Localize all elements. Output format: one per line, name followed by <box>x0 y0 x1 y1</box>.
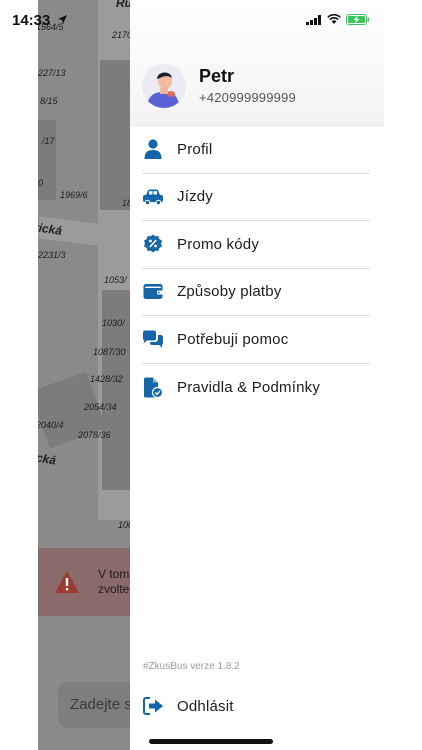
promo-badge-icon <box>142 233 164 255</box>
menu-item-promo-kody[interactable]: Promo kódy <box>142 221 370 269</box>
parcel-number: 1969/6 <box>60 190 88 200</box>
chat-bubbles-icon <box>142 328 164 350</box>
parcel-number: 8/15 <box>40 96 58 106</box>
map-background[interactable]: Ruské rická cká 1564/5 2170 227/13 8/15 … <box>38 0 130 750</box>
logout-label: Odhlásit <box>177 697 234 715</box>
street-label: cká <box>38 450 58 468</box>
street-label: rická <box>38 220 63 238</box>
menu-label: Promo kódy <box>177 235 260 253</box>
parcel-number: 2054/34 <box>84 402 117 412</box>
drawer-header: Petr +420999999999 <box>130 0 384 126</box>
user-phone: +420999999999 <box>199 90 296 105</box>
menu-item-zpusoby-platby[interactable]: Způsoby platby <box>142 269 370 316</box>
clock: 14:33 <box>12 12 51 29</box>
street-label: Ruské <box>116 0 130 10</box>
search-placeholder: Zadejte s <box>70 696 130 713</box>
logout-icon <box>142 695 164 717</box>
warning-icon <box>55 571 79 593</box>
wifi-icon <box>327 14 341 24</box>
status-time: 14:33 <box>12 12 68 29</box>
parcel-number: 1428/32 <box>90 374 123 384</box>
parcel-number: 2231/3 <box>38 250 66 260</box>
left-margin <box>0 0 38 750</box>
cellular-signal-icon <box>306 14 321 25</box>
alert-line: zvolte <box>98 582 130 596</box>
menu-item-potrebuji-pomoc[interactable]: Potřebuji pomoc <box>142 316 370 364</box>
parcel-number: 18 <box>122 198 130 208</box>
parcel-number: 1087/30 <box>93 347 126 357</box>
logout-button[interactable]: Odhlásit <box>142 691 234 721</box>
menu-label: Způsoby platby <box>177 283 282 301</box>
parcel-number: 0 <box>38 178 44 188</box>
wallet-icon <box>142 281 164 303</box>
parcel-number: 227/13 <box>38 68 66 78</box>
parcel-number: 2170 <box>112 30 130 40</box>
menu-item-profil[interactable]: Profil <box>142 126 370 174</box>
car-icon <box>142 186 164 208</box>
menu-label: Pravidla & Podmínky <box>177 378 321 396</box>
menu-item-jizdy[interactable]: Jízdy <box>142 174 370 221</box>
user-icon <box>142 138 164 160</box>
menu-label: Potřebuji pomoc <box>177 330 289 348</box>
alert-banner[interactable]: V tom zvolte <box>38 548 130 616</box>
alert-line: V tom <box>98 567 130 581</box>
battery-charging-icon <box>346 14 370 25</box>
status-icons <box>306 14 370 25</box>
parcel-number: 2078/36 <box>78 430 111 440</box>
alert-message: V tom zvolte <box>98 567 129 597</box>
parcel-number: 2040/4 <box>38 420 64 430</box>
app-version: #ZkusBus verze 1.8.2 <box>143 661 240 672</box>
home-indicator[interactable] <box>149 739 273 744</box>
document-check-icon <box>142 376 164 398</box>
parcel-number: 100 <box>118 520 130 530</box>
side-drawer: Petr +420999999999 Profil Jízdy Promo kó… <box>130 0 384 750</box>
parcel-number: 1053/ <box>104 275 127 285</box>
destination-search-field[interactable]: Zadejte s <box>58 682 130 728</box>
drawer-menu: Profil Jízdy Promo kódy Způsoby platby P… <box>142 126 370 411</box>
parcel-number: 1030/ <box>102 318 125 328</box>
menu-label: Profil <box>177 140 213 158</box>
location-arrow-icon <box>57 15 67 24</box>
parcel-number: /17 <box>42 136 55 146</box>
avatar-illustration-icon <box>142 64 186 108</box>
menu-label: Jízdy <box>177 188 214 206</box>
user-avatar[interactable] <box>142 64 186 108</box>
user-name: Petr <box>199 66 235 86</box>
menu-item-pravidla-podminky[interactable]: Pravidla & Podmínky <box>142 364 370 412</box>
